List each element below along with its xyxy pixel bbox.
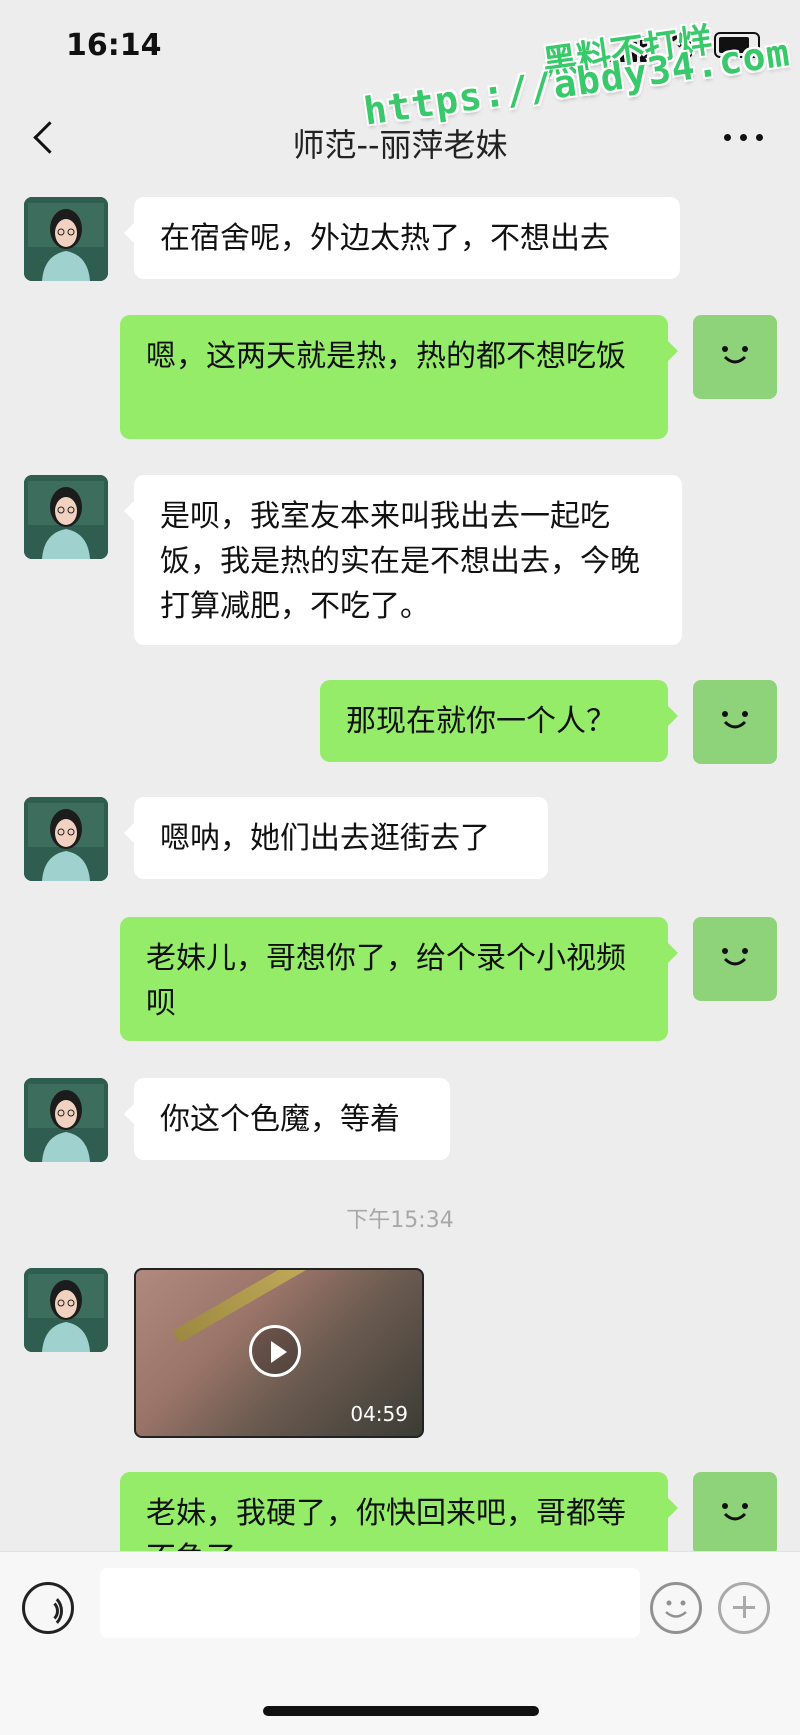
battery-icon: [714, 32, 760, 58]
user-avatar[interactable]: [693, 315, 777, 399]
play-icon[interactable]: [249, 1325, 301, 1377]
user-avatar[interactable]: [693, 680, 777, 764]
smile-icon: [722, 1503, 748, 1521]
status-icons: [610, 28, 760, 64]
status-time: 16:14: [66, 28, 162, 63]
contact-avatar[interactable]: [24, 1078, 108, 1162]
sent-message[interactable]: 老妹儿，哥想你了，给个录个小视频呗: [120, 917, 678, 1041]
video-duration: 04:59: [350, 1402, 408, 1426]
received-message[interactable]: 嗯呐，她们出去逛街去了: [124, 797, 548, 879]
contact-avatar[interactable]: [24, 197, 108, 281]
more-dots-icon[interactable]: [722, 122, 766, 152]
wifi-icon: [670, 31, 706, 58]
home-indicator[interactable]: [263, 1706, 539, 1716]
video-message[interactable]: 04:59: [134, 1268, 424, 1438]
chat-title: 师范--丽萍老妹: [292, 126, 508, 164]
contact-avatar[interactable]: [24, 1268, 108, 1352]
user-avatar[interactable]: [693, 917, 777, 1001]
received-message[interactable]: 你这个色魔，等着: [124, 1078, 450, 1160]
bottom-area: [0, 1651, 800, 1735]
smile-icon: [722, 948, 748, 966]
voice-icon[interactable]: [22, 1582, 74, 1634]
smile-icon: [722, 346, 748, 364]
input-bar: [0, 1551, 800, 1652]
status-bar: 16:14: [0, 0, 800, 90]
received-message[interactable]: 在宿舍呢，外边太热了，不想出去: [124, 197, 680, 279]
smile-icon: [722, 711, 748, 729]
sent-message[interactable]: 那现在就你一个人？: [320, 680, 678, 762]
received-message[interactable]: 是呗，我室友本来叫我出去一起吃饭，我是热的实在是不想出去，今晚打算减肥，不吃了。: [124, 475, 682, 645]
nav-bar: 师范--丽萍老妹: [0, 100, 800, 180]
user-avatar[interactable]: [693, 1472, 777, 1556]
emoji-icon[interactable]: [650, 1582, 702, 1634]
message-input[interactable]: [100, 1568, 640, 1638]
contact-avatar[interactable]: [24, 475, 108, 559]
video-frame: [172, 1270, 422, 1344]
sent-message[interactable]: 嗯，这两天就是热，热的都不想吃饭: [120, 315, 678, 439]
contact-avatar[interactable]: [24, 797, 108, 881]
message-timestamp: 下午15:34: [346, 1208, 454, 1233]
plus-icon[interactable]: [718, 1582, 770, 1634]
signal-icon: [610, 34, 650, 62]
